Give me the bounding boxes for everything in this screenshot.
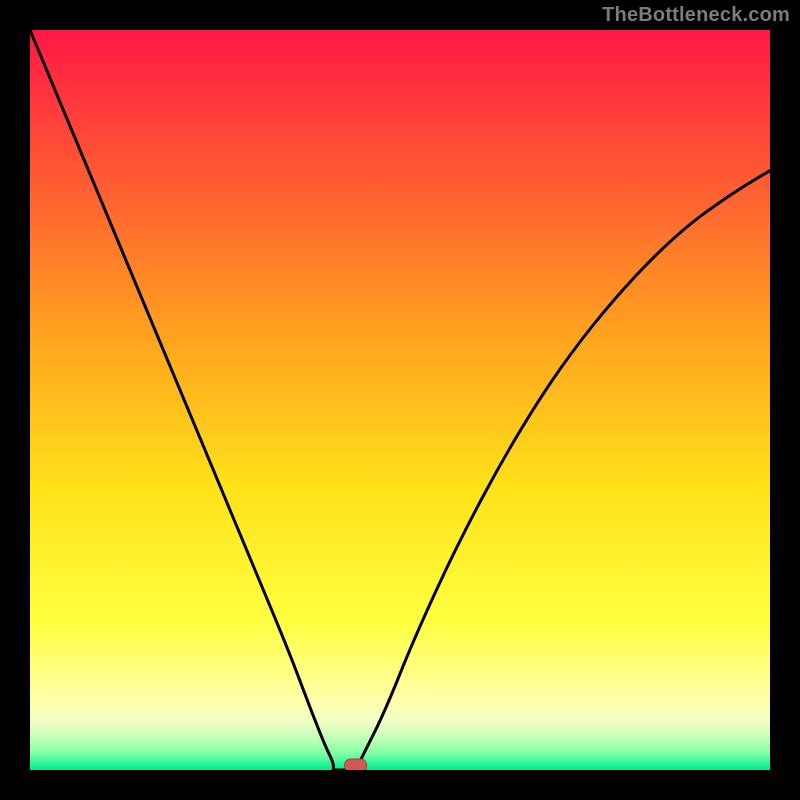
watermark-text: TheBottleneck.com [602,4,790,27]
chart-svg [30,30,770,770]
outer-frame: TheBottleneck.com [0,0,800,800]
optimum-marker [345,759,367,770]
plot-area [30,30,770,770]
gradient-background [30,30,770,770]
